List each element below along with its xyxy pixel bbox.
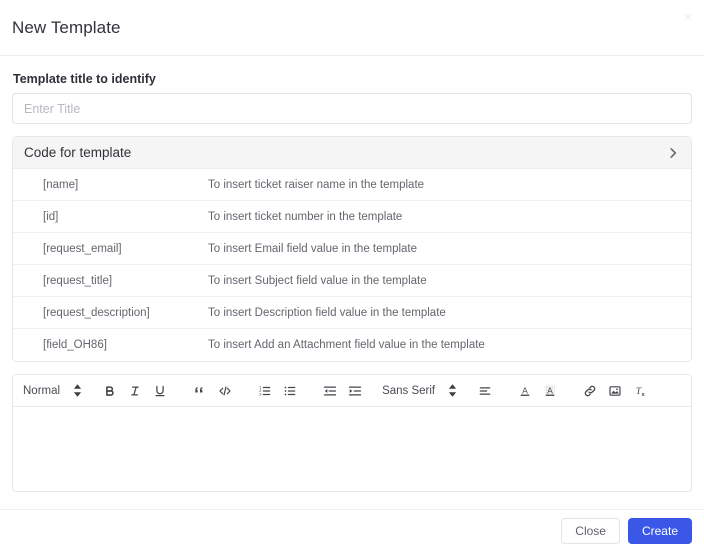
code-key: [request_email] — [43, 242, 122, 255]
rich-text-editor: Normal 1 2 3 Sans Serif A A T x — [12, 374, 692, 492]
page-title: New Template — [12, 17, 121, 37]
new-template-dialog: New Template × Template title to identif… — [0, 0, 704, 552]
background-color-icon[interactable]: A — [539, 380, 560, 401]
table-row: [name] To insert ticket raiser name in t… — [13, 169, 691, 201]
clear-formatting-icon[interactable]: Tx — [629, 380, 650, 401]
close-icon[interactable]: × — [681, 10, 695, 24]
color-group: A A — [512, 380, 562, 401]
code-key: [request_description] — [43, 306, 150, 319]
indent-group — [317, 380, 367, 401]
code-block-icon[interactable] — [214, 380, 235, 401]
code-key: [name] — [43, 178, 79, 191]
font-select-value: Sans Serif — [382, 384, 436, 397]
code-rows: [name] To insert ticket raiser name in t… — [13, 169, 691, 361]
svg-text:x: x — [641, 391, 645, 397]
table-row: [request_description] To insert Descript… — [13, 297, 691, 329]
svg-text:3: 3 — [259, 391, 261, 396]
bold-icon[interactable] — [99, 380, 120, 401]
code-description: To insert Subject field value in the tem… — [208, 274, 427, 287]
code-key: [field_OH86] — [43, 339, 107, 351]
bullet-list-icon[interactable] — [279, 380, 300, 401]
block-format-group — [187, 380, 237, 401]
chevron-updown-icon — [448, 384, 457, 397]
code-description: To insert Email field value in the templ… — [208, 242, 418, 255]
editor-content-area[interactable] — [13, 407, 691, 491]
code-for-template-card: Code for template [name] To insert ticke… — [12, 136, 692, 362]
italic-icon[interactable] — [124, 380, 145, 401]
code-description: To insert Description field value in the… — [208, 306, 446, 319]
editor-toolbar: Normal 1 2 3 Sans Serif A A T x — [13, 375, 691, 407]
image-icon[interactable] — [604, 380, 625, 401]
code-card-header[interactable]: Code for template — [13, 137, 691, 169]
code-key: [request_title] — [43, 274, 113, 287]
heading-select-value: Normal — [23, 384, 61, 397]
table-row: [id] To insert ticket number in the temp… — [13, 201, 691, 233]
insert-group: Tx — [577, 380, 652, 401]
code-card-title: Code for template — [24, 145, 132, 160]
ordered-list-icon[interactable]: 123 — [254, 380, 275, 401]
table-row: [request_title] To insert Subject field … — [13, 265, 691, 297]
outdent-icon[interactable] — [319, 380, 340, 401]
svg-text:A: A — [547, 385, 553, 395]
dialog-body: Template title to identify Code for temp… — [0, 56, 704, 509]
align-left-icon[interactable] — [474, 380, 495, 401]
chevron-right-icon[interactable] — [666, 146, 680, 160]
table-row: [request_email] To insert Email field va… — [13, 233, 691, 265]
create-button[interactable]: Create — [627, 518, 692, 544]
text-format-group — [97, 380, 172, 401]
chevron-updown-icon — [73, 384, 82, 397]
blockquote-icon[interactable] — [189, 380, 210, 401]
close-button[interactable]: Close — [561, 518, 620, 544]
table-row: [field_OH86] To insert Add an Attachment… — [13, 329, 691, 361]
indent-icon[interactable] — [344, 380, 365, 401]
list-group: 123 — [252, 380, 302, 401]
code-key: [id] — [43, 210, 59, 223]
template-title-label: Template title to identify — [13, 72, 156, 86]
code-description: To insert ticket number in the template — [208, 210, 403, 223]
dialog-footer: Close Create — [0, 509, 704, 552]
text-color-icon[interactable]: A — [514, 380, 535, 401]
font-select[interactable]: Sans Serif — [382, 384, 457, 397]
code-description: To insert ticket raiser name in the temp… — [208, 178, 425, 191]
link-icon[interactable] — [579, 380, 600, 401]
underline-icon[interactable] — [149, 380, 170, 401]
dialog-header: New Template × — [0, 0, 704, 56]
heading-select[interactable]: Normal — [23, 384, 82, 397]
template-title-input[interactable] — [12, 93, 692, 124]
code-description: To insert Add an Attachment field value … — [208, 339, 485, 351]
svg-text:A: A — [522, 385, 528, 395]
